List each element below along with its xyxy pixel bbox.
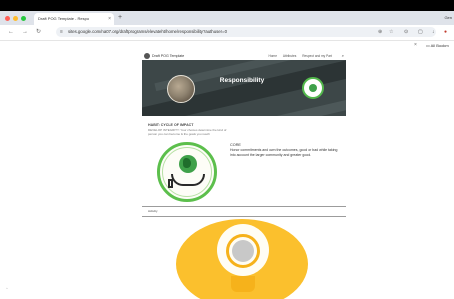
- tab-close-icon[interactable]: ×: [108, 13, 111, 25]
- zoom-icon[interactable]: ⊕: [378, 27, 382, 37]
- profile-tab[interactable]: Gen: [444, 13, 452, 23]
- browser-toolbar: ← → ↻ ≡ sites.google.com/na07.org/draftp…: [0, 25, 454, 41]
- responsibility-badge-icon: [302, 77, 324, 99]
- address-url: sites.google.com/na07.org/draftprograms/…: [68, 29, 227, 34]
- bookmarks-close-icon[interactable]: ×: [414, 41, 417, 50]
- site-title[interactable]: Draft POG Template: [152, 52, 184, 60]
- hands-globe-icon: [157, 142, 217, 202]
- activity-label: Activity: [148, 209, 158, 213]
- page-indicator-icon: ◦: [6, 286, 8, 292]
- forward-icon[interactable]: →: [22, 28, 28, 37]
- profile-avatar[interactable]: ●: [444, 27, 447, 37]
- nav-item-attributes[interactable]: Attributes: [283, 54, 296, 58]
- window-minimize-button[interactable]: [13, 16, 18, 21]
- search-icon[interactable]: ⌕: [342, 52, 344, 60]
- section-divider: [142, 216, 346, 217]
- site-logo[interactable]: [144, 53, 150, 59]
- site-header: Draft POG Template Home Attributes Respe…: [142, 52, 346, 60]
- new-tab-button[interactable]: +: [118, 13, 122, 23]
- reload-icon[interactable]: ↻: [36, 28, 41, 37]
- page-banner: Responsibility: [142, 60, 346, 116]
- habit-section: HABIT: CYCLE OF IMPACT DEVELOP INTEGRITY…: [148, 123, 268, 136]
- banner-photo: [167, 75, 195, 103]
- core-body-line1: Honor commitments and own the outcomes, …: [230, 148, 338, 152]
- all-bookmarks-button[interactable]: ▭ All Bookm: [426, 41, 449, 50]
- nav-item-home[interactable]: Home: [268, 54, 277, 58]
- sidebar-icon[interactable]: ▢: [418, 27, 423, 37]
- site-info-icon[interactable]: ≡: [60, 27, 63, 37]
- page-title: Responsibility: [219, 77, 265, 84]
- download-icon[interactable]: ↓: [432, 27, 435, 37]
- window-maximize-button[interactable]: [21, 16, 26, 21]
- nav-item-respect[interactable]: Respect and my Part: [302, 54, 332, 58]
- address-bar[interactable]: ≡ sites.google.com/na07.org/draftprogram…: [56, 27, 436, 37]
- window-close-button[interactable]: [5, 16, 10, 21]
- browser-tab-bar: Draft POG Template - Respo × + Gen: [0, 11, 454, 25]
- browser-tab[interactable]: Draft POG Template - Respo ×: [34, 13, 114, 25]
- page-content: Draft POG Template Home Attributes Respe…: [0, 50, 454, 299]
- core-section: CORE Honor commitments and own the outco…: [230, 143, 348, 157]
- core-body-line2: into account the larger community and gr…: [230, 152, 312, 157]
- section-divider: [142, 206, 346, 207]
- bookmarks-bar: × ▭ All Bookm: [0, 41, 454, 50]
- tab-title: Draft POG Template - Respo: [38, 16, 90, 21]
- site-nav: Home Attributes Respect and my Part: [263, 52, 332, 60]
- globe-icon: [179, 155, 197, 173]
- habit-subtitle-line2: person you can become & the goals you re…: [148, 132, 210, 136]
- extensions-icon[interactable]: ⊙: [404, 27, 408, 37]
- screen-top-bar: [0, 0, 454, 11]
- bookmark-star-icon[interactable]: ☆: [389, 27, 393, 37]
- back-icon[interactable]: ←: [8, 28, 14, 37]
